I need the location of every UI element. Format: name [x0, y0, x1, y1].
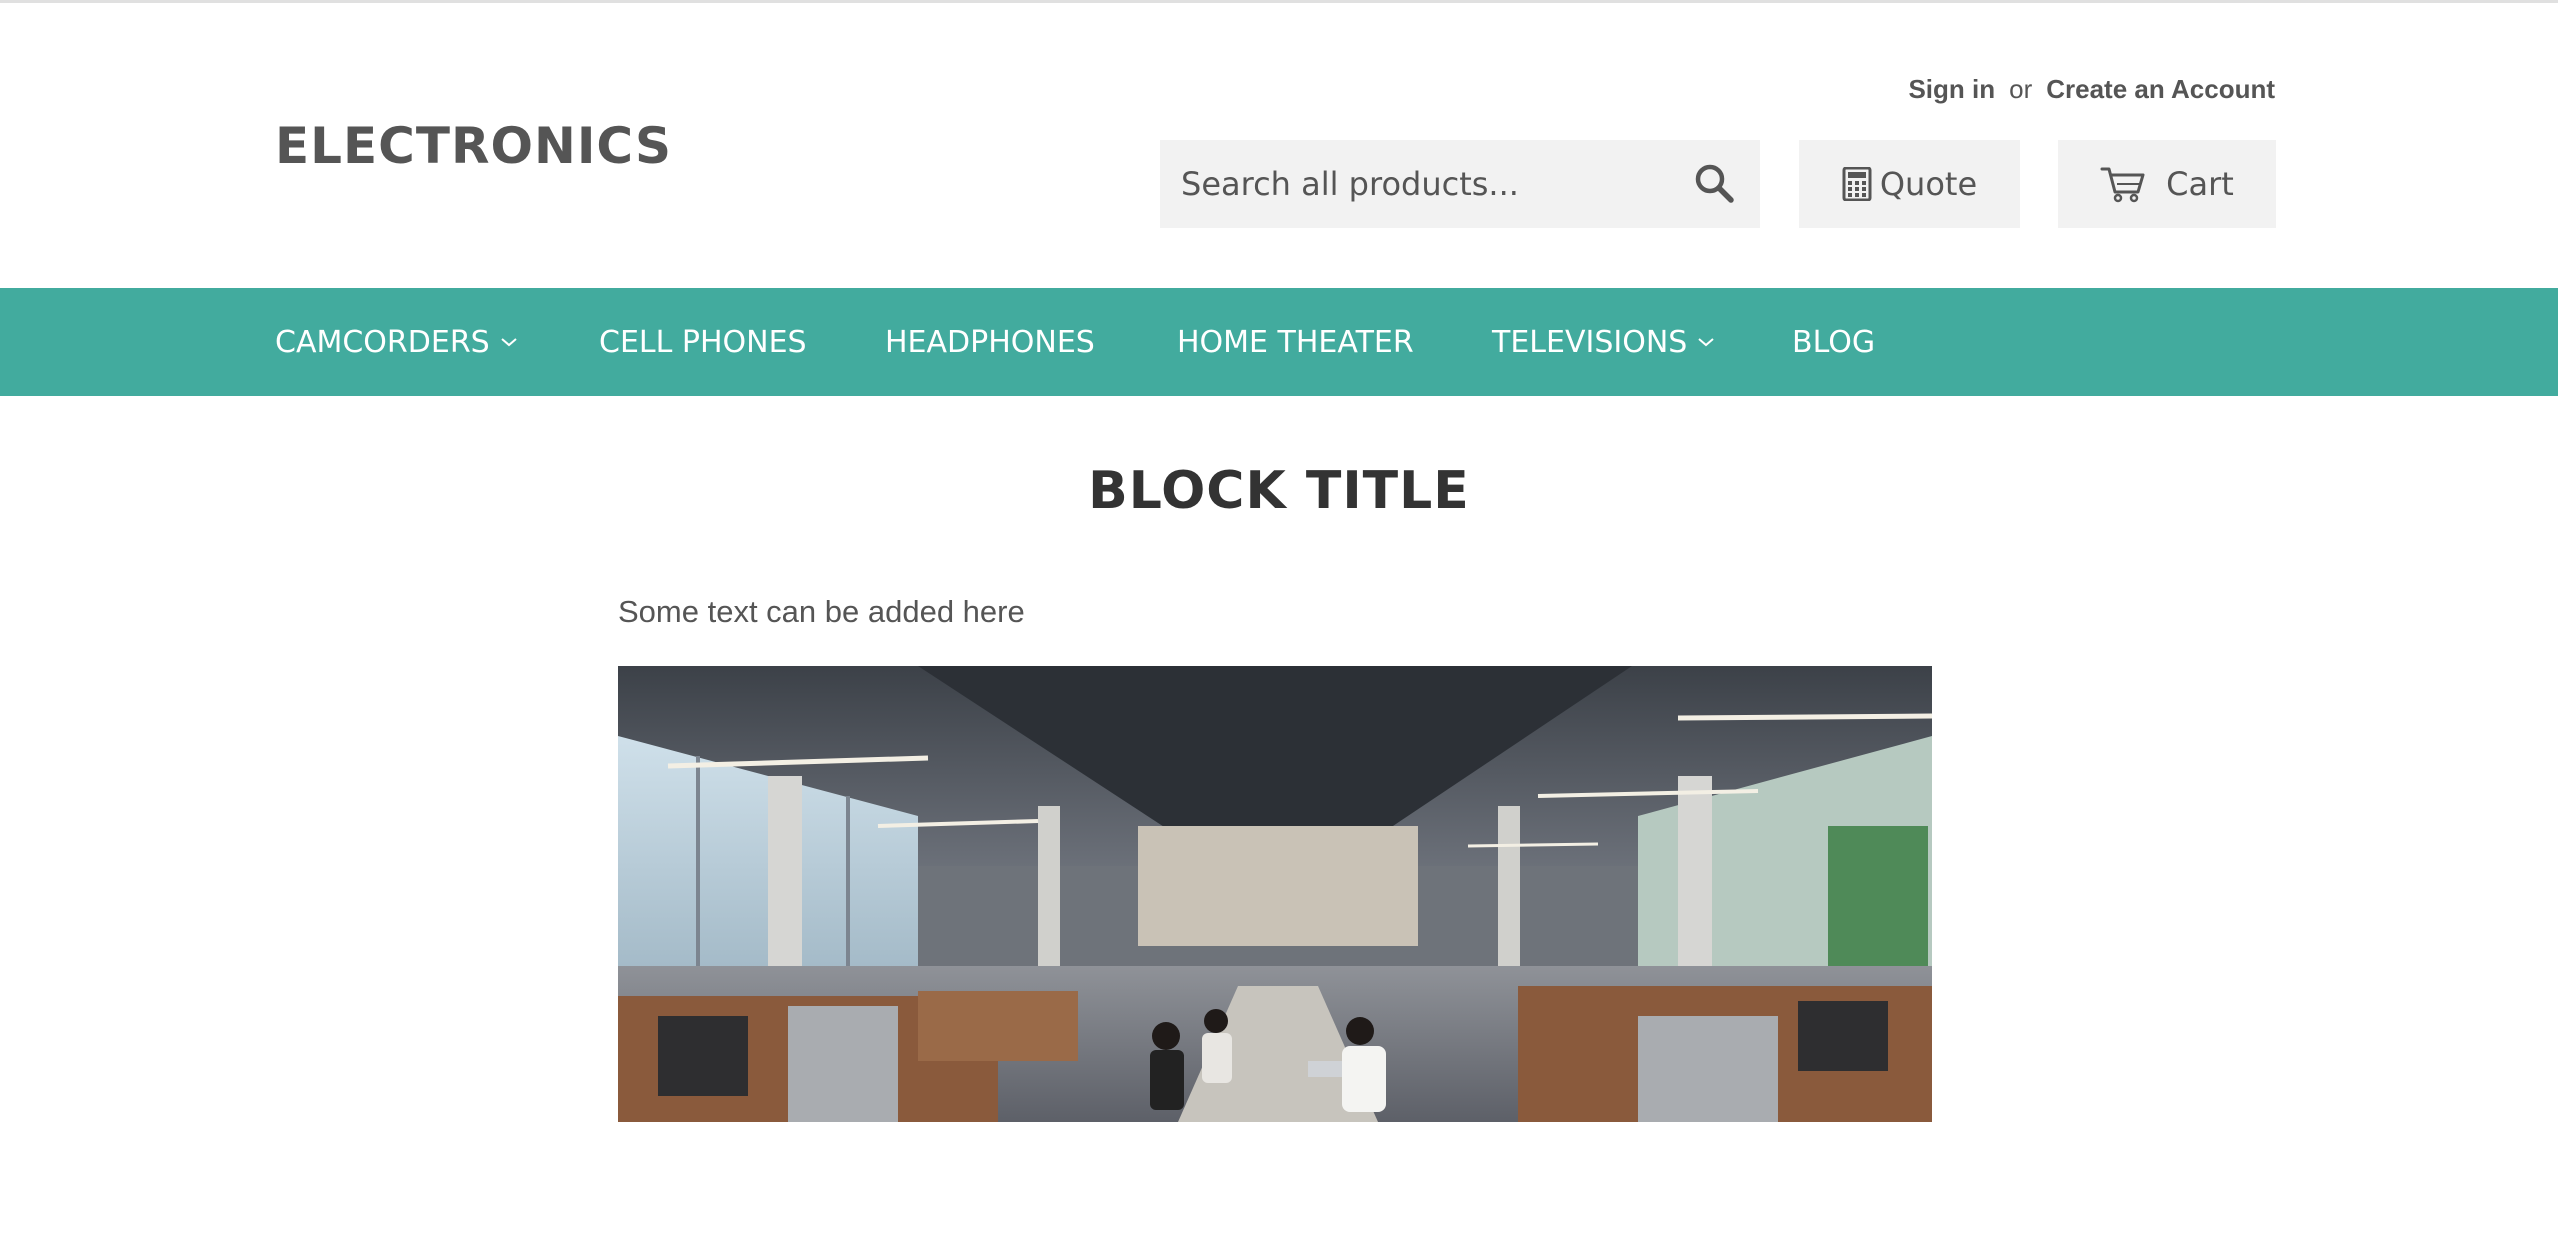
- cart-label: Cart: [2166, 165, 2234, 203]
- account-links: Sign in or Create an Account: [1908, 72, 2275, 106]
- search-icon[interactable]: [1693, 162, 1735, 204]
- create-account-link[interactable]: Create an Account: [2046, 74, 2275, 104]
- block-text: Some text can be added here: [618, 594, 1025, 629]
- office-image: [618, 666, 1932, 1122]
- nav-item-label: HEADPHONES: [885, 324, 1095, 360]
- nav-item-home-theater[interactable]: HOME THEATER: [1177, 288, 1414, 396]
- search-form: [1160, 140, 1760, 228]
- cart-button[interactable]: Cart: [2058, 140, 2276, 228]
- nav-item-label: HOME THEATER: [1177, 324, 1414, 360]
- nav-item-label: CELL PHONES: [599, 324, 807, 360]
- block-title: BLOCK TITLE: [1088, 461, 1470, 521]
- nav-item-label: CAMCORDERS: [275, 324, 490, 360]
- or-separator: or: [2009, 74, 2033, 104]
- main-nav: CAMCORDERS CELL PHONES HEADPHONES HOME T…: [0, 288, 2558, 396]
- nav-item-blog[interactable]: BLOG: [1792, 288, 1875, 396]
- sign-in-link[interactable]: Sign in: [1908, 74, 1995, 104]
- site-logo[interactable]: ELECTRONICS: [275, 112, 672, 180]
- nav-item-televisions[interactable]: TELEVISIONS: [1492, 288, 1715, 396]
- nav-item-camcorders[interactable]: CAMCORDERS: [275, 288, 518, 396]
- search-input[interactable]: [1160, 140, 1680, 228]
- quote-label: Quote: [1879, 165, 1978, 203]
- nav-item-label: BLOG: [1792, 324, 1876, 360]
- chevron-down-icon: [501, 338, 517, 347]
- nav-item-cell-phones[interactable]: CELL PHONES: [599, 288, 807, 396]
- chevron-down-icon: [1698, 338, 1714, 347]
- cart-icon: [2100, 167, 2145, 203]
- quote-button[interactable]: Quote: [1799, 140, 2020, 228]
- nav-item-headphones[interactable]: HEADPHONES: [885, 288, 1095, 396]
- top-border: [0, 0, 2558, 3]
- calculator-icon: [1842, 167, 1872, 201]
- nav-item-label: TELEVISIONS: [1492, 324, 1688, 360]
